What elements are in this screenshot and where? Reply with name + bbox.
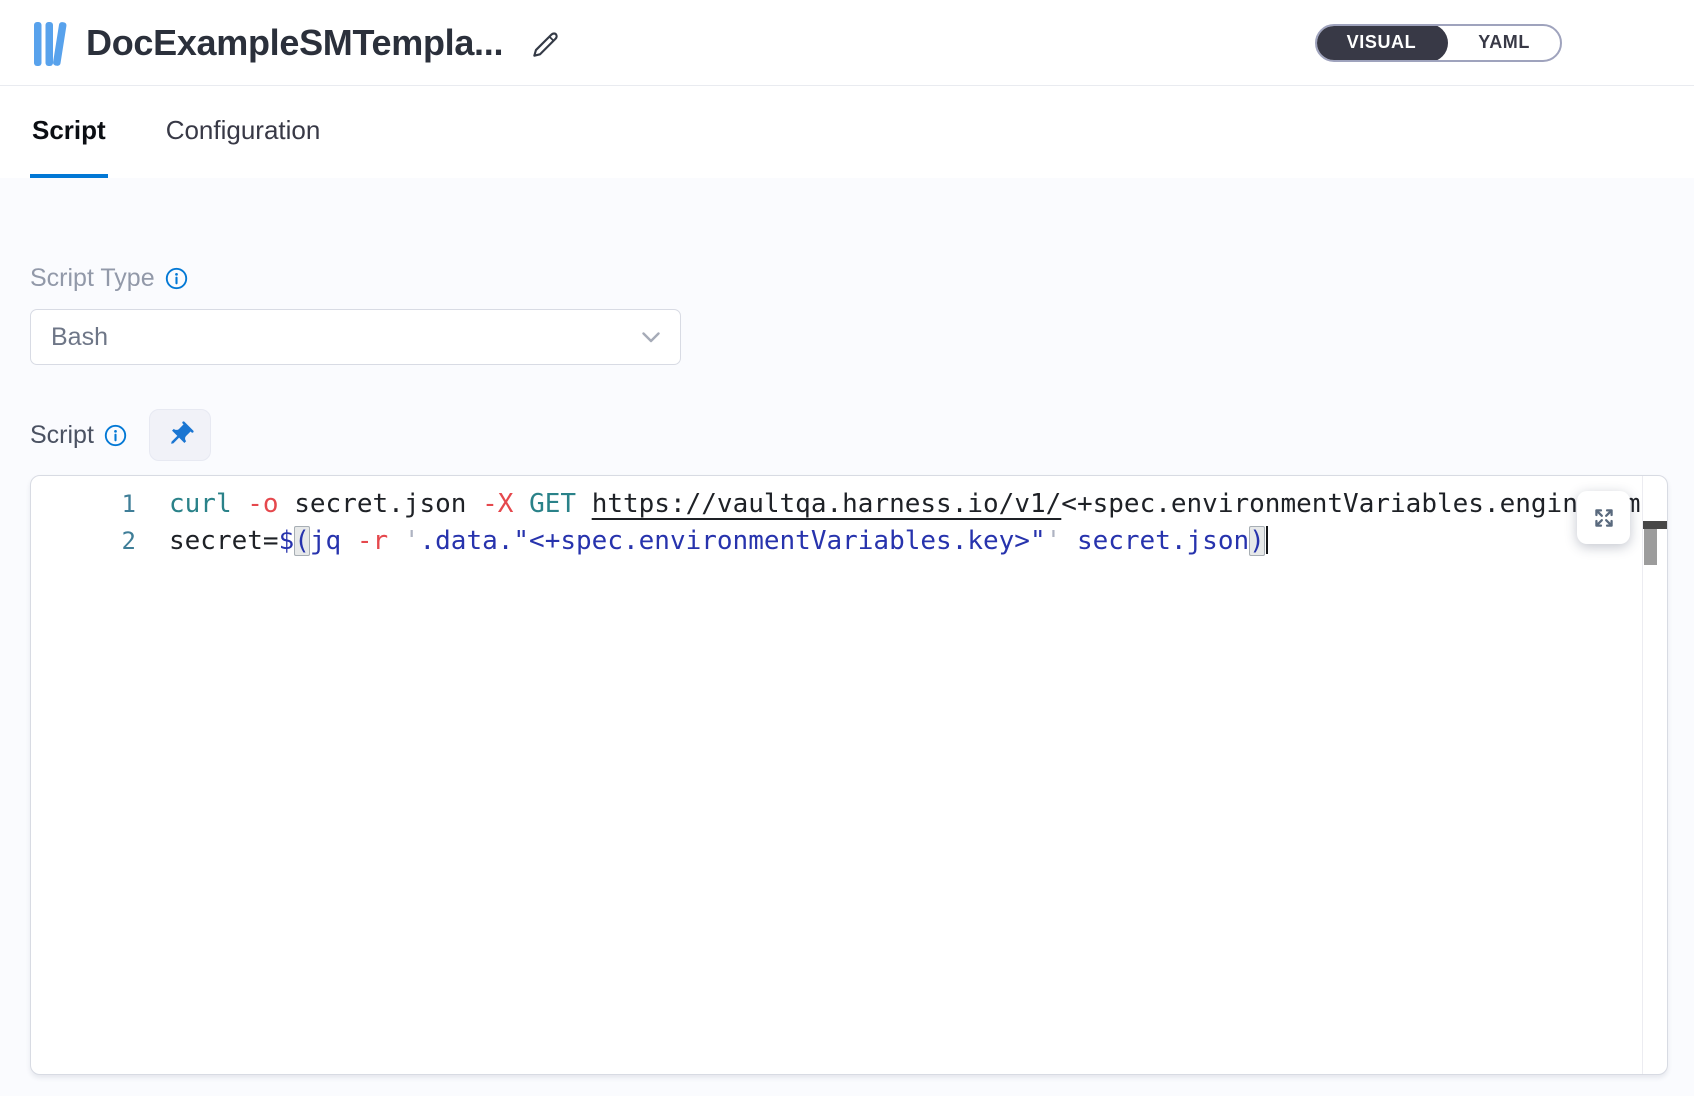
editor-scrollbar[interactable] [1642,476,1667,1074]
scrollbar-thumb[interactable] [1644,529,1657,565]
script-label-row: Script [30,409,1668,461]
expand-button[interactable] [1577,491,1630,544]
pin-button[interactable] [149,409,211,461]
pushpin-icon [165,420,195,450]
info-icon[interactable] [104,424,127,447]
script-type-select[interactable]: Bash [30,309,681,365]
page-title: DocExampleSMTempla... [86,22,503,64]
scroll-annotation-marker [1643,521,1667,529]
script-type-label-row: Script Type [30,264,188,293]
visual-yaml-toggle: VISUAL YAML [1315,24,1562,62]
line-number: 2 [31,523,136,560]
toggle-yaml[interactable]: YAML [1448,24,1560,62]
pencil-icon[interactable] [529,29,561,61]
script-type-label: Script Type [30,264,155,293]
script-form: Script Type Bash Script [0,178,1694,1075]
tab-configuration[interactable]: Configuration [164,86,323,178]
chevron-down-icon [642,332,660,343]
toggle-visual[interactable]: VISUAL [1315,24,1449,62]
tab-bar: Script Configuration [0,86,1694,178]
template-studio-page: DocExampleSMTempla... VISUAL YAML Script… [0,0,1694,1075]
code-line[interactable]: 2secret=$(jq -r '.data."<+spec.environme… [31,523,1642,560]
script-label: Script [30,421,94,450]
code-lines: 1curl -o secret.json -X GET https://vaul… [31,476,1642,1070]
code-text: secret=$(jq -r '.data."<+spec.environmen… [136,523,1268,560]
code-editor[interactable]: 1curl -o secret.json -X GET https://vaul… [30,475,1668,1075]
script-type-value: Bash [51,323,108,352]
line-number: 1 [31,486,136,523]
library-icon [32,19,68,69]
code-line[interactable]: 1curl -o secret.json -X GET https://vaul… [31,486,1642,523]
tab-configuration-label: Configuration [166,115,321,146]
header: DocExampleSMTempla... VISUAL YAML [0,0,1694,86]
tab-script-label: Script [32,115,106,146]
code-text: curl -o secret.json -X GET https://vault… [136,486,1642,523]
info-icon[interactable] [165,267,188,290]
tab-script[interactable]: Script [30,86,108,178]
text-cursor [1266,526,1268,554]
expand-icon [1591,505,1617,531]
